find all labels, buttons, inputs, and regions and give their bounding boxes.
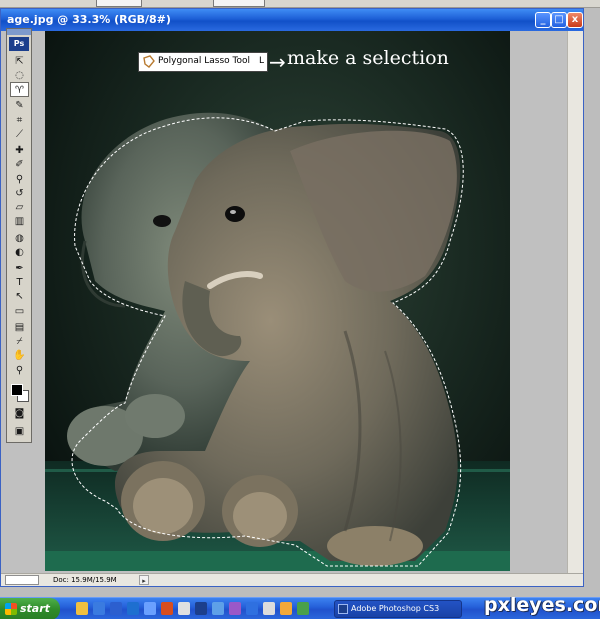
eyedropper-tool[interactable]: ⌿ xyxy=(10,334,29,349)
status-menu-arrow[interactable]: ▸ xyxy=(139,575,149,585)
move-tool[interactable]: ⇱ xyxy=(10,54,29,69)
arrow-right-icon: → xyxy=(269,50,286,74)
launcher-icon[interactable] xyxy=(297,602,309,615)
slice-tool[interactable]: ⟋ xyxy=(10,127,29,142)
media-icon[interactable] xyxy=(127,602,139,615)
quick-mask-icon[interactable]: ◙ xyxy=(10,406,29,421)
toolbox: Ps ⇱ ◌ ♈ ✎ ⌗ ⟋ ✚ ✐ ⚲ ↺ ▱ ▥ ◍ ◐ ✒ T ↖ ▭ ▤ ⌿ ✋ ⚲ ◙ ▣ xyxy=(6,28,32,443)
elephant-image xyxy=(45,112,510,571)
document-title: age.jpg @ 33.3% (RGB/8#) xyxy=(7,13,171,26)
photoshop-icon[interactable] xyxy=(195,602,207,615)
crop-tool[interactable]: ⌗ xyxy=(10,113,29,128)
screen: age.jpg @ 33.3% (RGB/8#) _ □ x Doc: 15.9… xyxy=(0,0,600,619)
app-icon[interactable] xyxy=(178,602,190,615)
quick-selection-tool[interactable]: ✎ xyxy=(10,98,29,113)
hand-tool[interactable]: ✋ xyxy=(10,348,29,363)
status-bar: Doc: 15.9M/15.9M ▸ xyxy=(1,573,583,586)
options-field[interactable] xyxy=(96,0,142,7)
tool-icon[interactable] xyxy=(280,602,292,615)
photoshop-logo[interactable]: Ps xyxy=(9,37,29,51)
firefox-icon[interactable] xyxy=(161,602,173,615)
zoom-field[interactable] xyxy=(5,575,39,585)
ie-icon[interactable] xyxy=(110,602,122,615)
notepad-icon[interactable] xyxy=(263,602,275,615)
network-icon[interactable] xyxy=(246,602,258,615)
lasso-tool[interactable]: ♈ xyxy=(10,82,29,98)
folder-icon[interactable] xyxy=(76,602,88,615)
explorer-icon[interactable] xyxy=(212,602,224,615)
history-brush-tool[interactable]: ↺ xyxy=(10,186,29,201)
clone-stamp-tool[interactable]: ⚲ xyxy=(10,172,29,187)
document-window: age.jpg @ 33.3% (RGB/8#) _ □ x Doc: 15.9… xyxy=(0,8,584,587)
tool-tip-callout: Polygonal Lasso Tool L xyxy=(138,52,268,72)
toolbox-grip[interactable] xyxy=(7,29,31,35)
tool-name: Polygonal Lasso Tool xyxy=(158,56,250,66)
options-button[interactable] xyxy=(213,0,265,7)
foreground-color-swatch[interactable] xyxy=(11,384,23,396)
doc-size: Doc: 15.9M/15.9M xyxy=(53,576,117,584)
type-tool[interactable]: T xyxy=(10,275,29,290)
eraser-tool[interactable]: ▱ xyxy=(10,200,29,215)
document-titlebar[interactable]: age.jpg @ 33.3% (RGB/8#) _ □ x xyxy=(1,9,583,31)
pen-tool[interactable]: ✒ xyxy=(10,261,29,276)
taskbar-item-label: Adobe Photoshop CS3 xyxy=(351,604,440,613)
tool-shortcut: L xyxy=(259,56,265,66)
elephant-photo[interactable] xyxy=(45,31,510,571)
taskbar-item-photoshop[interactable]: Adobe Photoshop CS3 xyxy=(334,600,462,618)
messenger-icon[interactable] xyxy=(144,602,156,615)
desktop-icon[interactable] xyxy=(93,602,105,615)
path-selection-tool[interactable]: ↖ xyxy=(10,289,29,304)
canvas-area[interactable] xyxy=(1,31,583,573)
dodge-tool[interactable]: ◐ xyxy=(10,245,29,260)
instruction-caption: make a selection xyxy=(287,47,449,69)
watermark: pxleyes.com xyxy=(484,594,600,616)
windows-logo-icon xyxy=(5,603,17,615)
close-button[interactable]: x xyxy=(567,12,583,28)
start-label: start xyxy=(20,602,50,615)
utility-icon[interactable] xyxy=(229,602,241,615)
marquee-tool[interactable]: ◌ xyxy=(10,68,29,83)
gradient-tool[interactable]: ▥ xyxy=(10,214,29,229)
screen-mode-icon[interactable]: ▣ xyxy=(10,424,29,439)
zoom-tool[interactable]: ⚲ xyxy=(10,363,29,378)
polygonal-lasso-icon xyxy=(143,55,155,68)
healing-brush-tool[interactable]: ✚ xyxy=(10,143,29,158)
start-button[interactable]: start xyxy=(0,598,60,619)
photoshop-task-icon xyxy=(338,604,348,614)
blur-tool[interactable]: ◍ xyxy=(10,231,29,246)
minimize-button[interactable]: _ xyxy=(535,12,551,28)
notes-tool[interactable]: ▤ xyxy=(10,320,29,335)
maximize-button[interactable]: □ xyxy=(551,12,567,28)
brush-tool[interactable]: ✐ xyxy=(10,157,29,172)
shape-tool[interactable]: ▭ xyxy=(10,304,29,319)
vertical-scrollbar[interactable] xyxy=(567,31,583,573)
options-bar xyxy=(0,0,600,8)
